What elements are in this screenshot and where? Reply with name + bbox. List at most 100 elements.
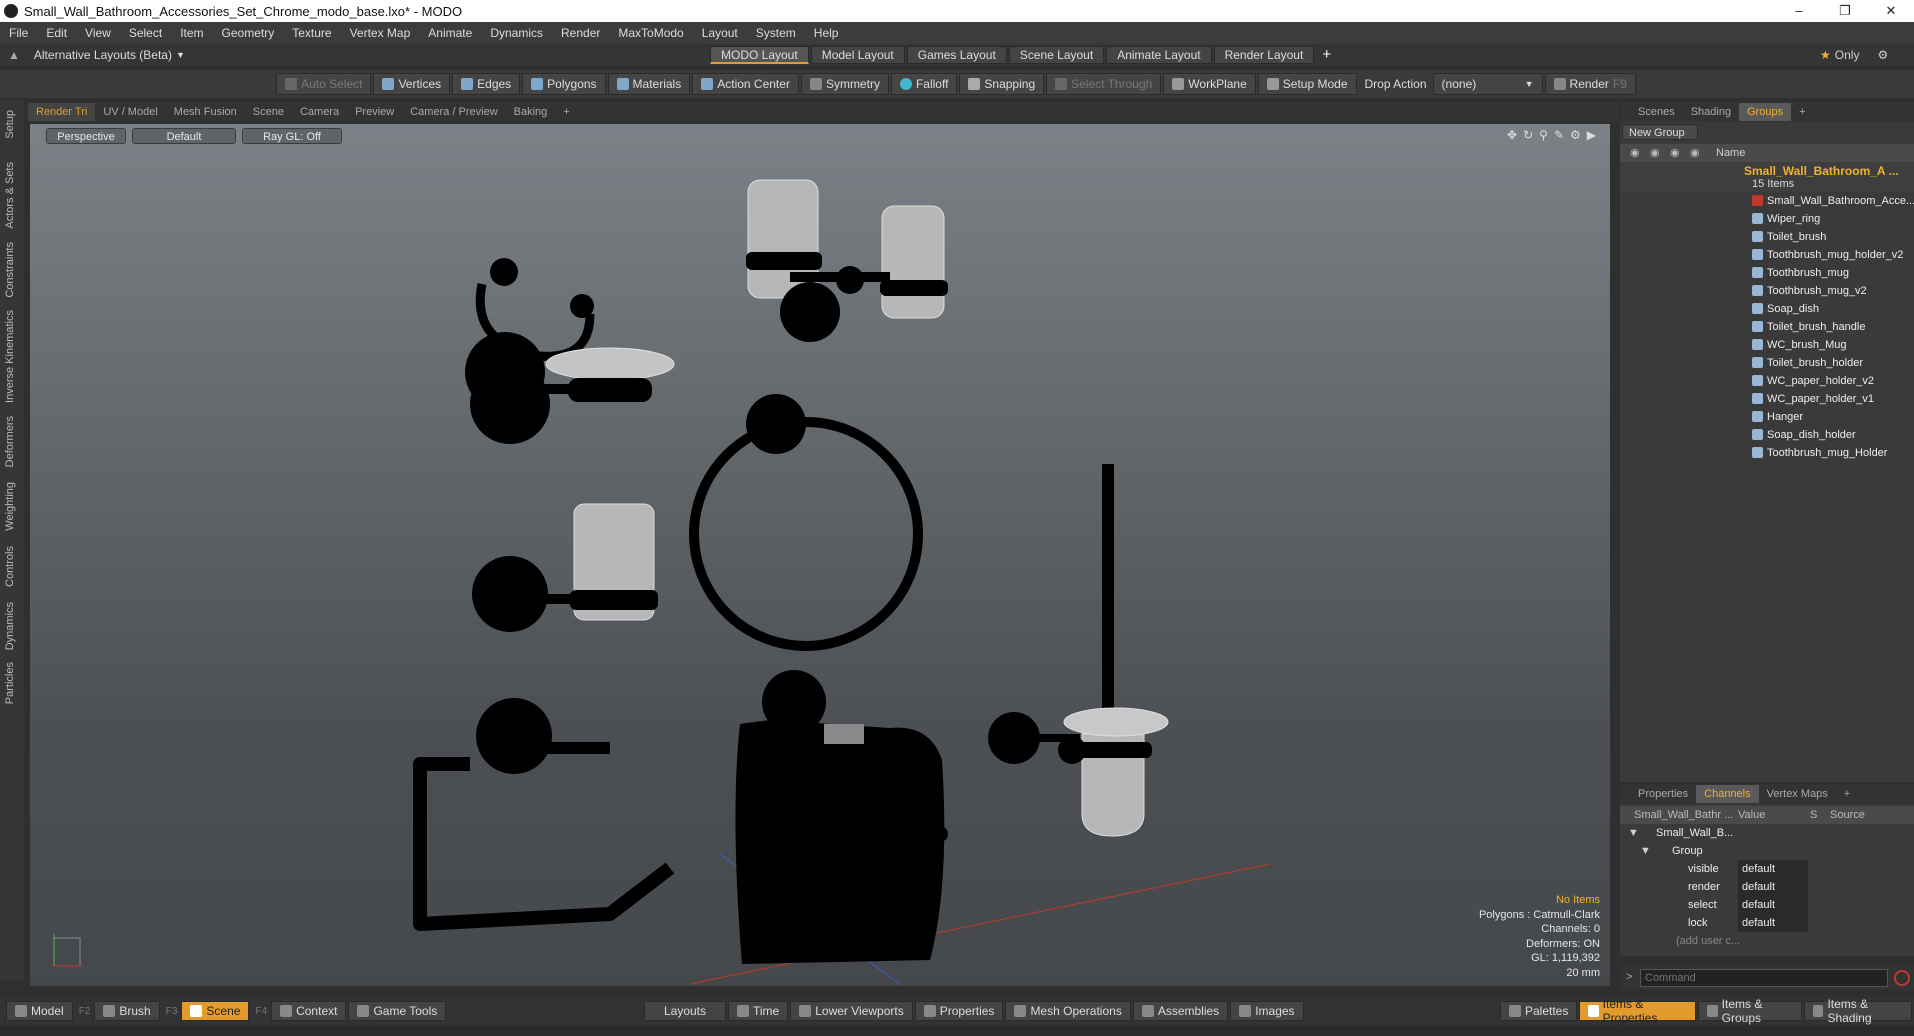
channel-value-select[interactable]: default: [1738, 896, 1808, 914]
scene-button[interactable]: Scene: [181, 1001, 250, 1021]
group-root-name[interactable]: Small_Wall_Bathroom_A ...: [1744, 164, 1898, 178]
tab-controls[interactable]: Controls: [4, 540, 16, 593]
list-item[interactable]: Small_Wall_Bathroom_Acce...: [1620, 192, 1914, 210]
tab-channels[interactable]: Channels: [1696, 785, 1759, 803]
menu-layout[interactable]: Layout: [693, 26, 747, 40]
menu-texture[interactable]: Texture: [283, 26, 340, 40]
tab-deformers[interactable]: Deformers: [4, 410, 16, 473]
group-root-row[interactable]: Small_Wall_Bathroom_A ... 15 Items: [1620, 162, 1914, 192]
materials-button[interactable]: Materials: [607, 73, 691, 95]
palettes-button[interactable]: Palettes: [1500, 1001, 1578, 1021]
list-item[interactable]: Toilet_brush_handle: [1620, 318, 1914, 336]
expand-icon[interactable]: ▼: [1628, 824, 1639, 842]
falloff-button[interactable]: Falloff: [890, 73, 958, 95]
channel-group-row[interactable]: ▼ Group: [1620, 842, 1914, 860]
polygons-button[interactable]: Polygons: [522, 73, 606, 95]
images-button[interactable]: Images: [1230, 1001, 1304, 1021]
add-viewport-tab-button[interactable]: +: [555, 103, 577, 121]
tab-render-layout[interactable]: Render Layout: [1213, 46, 1315, 64]
items-properties-button[interactable]: Items & Properties: [1579, 997, 1697, 1025]
menu-render[interactable]: Render: [552, 26, 609, 40]
list-item[interactable]: Toothbrush_mug_Holder: [1620, 444, 1914, 462]
tab-render-tri[interactable]: Render Tri: [28, 103, 96, 121]
menu-maxtomodo[interactable]: MaxToModo: [609, 26, 692, 40]
items-shading-button[interactable]: Items & Shading: [1804, 997, 1912, 1025]
edges-button[interactable]: Edges: [452, 73, 521, 95]
add-layout-button[interactable]: +: [1322, 46, 1331, 64]
restore-icon[interactable]: ❐: [1822, 3, 1868, 19]
channel-item-row[interactable]: ▼ Small_Wall_B...: [1620, 824, 1914, 842]
symmetry-button[interactable]: Symmetry: [800, 73, 889, 95]
context-button[interactable]: Context: [271, 1001, 347, 1021]
minimize-icon[interactable]: –: [1776, 3, 1822, 19]
render-button[interactable]: Render F9: [1544, 73, 1636, 95]
alternative-layouts-dropdown[interactable]: Alternative Layouts (Beta): [34, 48, 172, 62]
action-center-button[interactable]: Action Center: [692, 73, 799, 95]
setup-mode-button[interactable]: Setup Mode: [1257, 73, 1357, 95]
tab-groups[interactable]: Groups: [1739, 103, 1792, 121]
snapping-button[interactable]: Snapping: [959, 73, 1045, 95]
tab-dynamics[interactable]: Dynamics: [4, 596, 16, 656]
auto-select-button[interactable]: Auto Select: [276, 73, 372, 95]
game-tools-button[interactable]: Game Tools: [348, 1001, 447, 1021]
channel-row-visible[interactable]: visible default: [1620, 860, 1914, 878]
render-column-icon[interactable]: ◉: [1650, 144, 1660, 162]
new-group-button[interactable]: New Group: [1622, 124, 1698, 140]
channel-value-select[interactable]: default: [1738, 878, 1808, 896]
workplane-button[interactable]: WorkPlane: [1163, 73, 1256, 95]
tab-baking[interactable]: Baking: [506, 103, 556, 121]
assemblies-button[interactable]: Assemblies: [1132, 1001, 1229, 1021]
command-input[interactable]: [1640, 969, 1888, 987]
tab-inverse-kinematics[interactable]: Inverse Kinematics: [4, 304, 16, 409]
list-item[interactable]: Toothbrush_mug: [1620, 264, 1914, 282]
menu-geometry[interactable]: Geometry: [213, 26, 284, 40]
menu-vertex-map[interactable]: Vertex Map: [341, 26, 420, 40]
menu-help[interactable]: Help: [805, 26, 848, 40]
list-item[interactable]: Wiper_ring: [1620, 210, 1914, 228]
menu-system[interactable]: System: [747, 26, 805, 40]
add-user-channel-row[interactable]: (add user c...: [1620, 932, 1914, 950]
list-item[interactable]: WC_paper_holder_v1: [1620, 390, 1914, 408]
tab-weighting[interactable]: Weighting: [4, 476, 16, 537]
tab-constraints[interactable]: Constraints: [4, 236, 16, 304]
tab-setup[interactable]: Setup: [4, 104, 16, 145]
expand-icon[interactable]: ▼: [1640, 842, 1651, 860]
tab-model-layout[interactable]: Model Layout: [810, 46, 905, 64]
list-item[interactable]: Toothbrush_mug_v2: [1620, 282, 1914, 300]
only-toggle[interactable]: Only: [1835, 48, 1860, 62]
layouts-arrow-icon[interactable]: ▲: [8, 48, 20, 62]
tab-mesh-fusion[interactable]: Mesh Fusion: [166, 103, 245, 121]
brush-button[interactable]: Brush: [94, 1001, 160, 1021]
tab-scene-layout[interactable]: Scene Layout: [1008, 46, 1105, 64]
tab-actors-sets[interactable]: Actors & Sets: [4, 156, 16, 235]
menu-file[interactable]: File: [0, 26, 37, 40]
tab-scene[interactable]: Scene: [245, 103, 292, 121]
list-item[interactable]: Toothbrush_mug_holder_v2: [1620, 246, 1914, 264]
menu-select[interactable]: Select: [120, 26, 171, 40]
add-panel-tab-button[interactable]: +: [1791, 103, 1813, 121]
properties-button[interactable]: Properties: [914, 1001, 1004, 1021]
tab-vertex-maps[interactable]: Vertex Maps: [1759, 785, 1836, 803]
tab-uv-model[interactable]: UV / Model: [95, 103, 165, 121]
mesh-operations-button[interactable]: Mesh Operations: [1005, 1001, 1131, 1021]
list-item[interactable]: Toilet_brush: [1620, 228, 1914, 246]
3d-viewport[interactable]: Perspective Default Ray GL: Off ✥ ↻ ⚲ ✎ …: [30, 124, 1610, 986]
name-column-header[interactable]: Name: [1716, 144, 1745, 162]
list-item[interactable]: Toilet_brush_holder: [1620, 354, 1914, 372]
channel-row-render[interactable]: render default: [1620, 878, 1914, 896]
tab-camera-preview[interactable]: Camera / Preview: [402, 103, 505, 121]
menu-item[interactable]: Item: [171, 26, 212, 40]
tab-scenes[interactable]: Scenes: [1630, 103, 1683, 121]
items-groups-button[interactable]: Items & Groups: [1698, 997, 1803, 1025]
list-item[interactable]: Soap_dish: [1620, 300, 1914, 318]
tab-games-layout[interactable]: Games Layout: [906, 46, 1007, 64]
lower-viewports-button[interactable]: Lower Viewports: [790, 1001, 913, 1021]
list-item[interactable]: Soap_dish_holder: [1620, 426, 1914, 444]
layouts-button[interactable]: Layouts: [644, 1001, 726, 1021]
tab-particles[interactable]: Particles: [4, 656, 16, 710]
visibility-column-icon[interactable]: ◉: [1630, 144, 1640, 162]
menu-edit[interactable]: Edit: [37, 26, 76, 40]
close-icon[interactable]: ✕: [1868, 3, 1914, 19]
list-item[interactable]: Hanger: [1620, 408, 1914, 426]
list-item[interactable]: WC_paper_holder_v2: [1620, 372, 1914, 390]
